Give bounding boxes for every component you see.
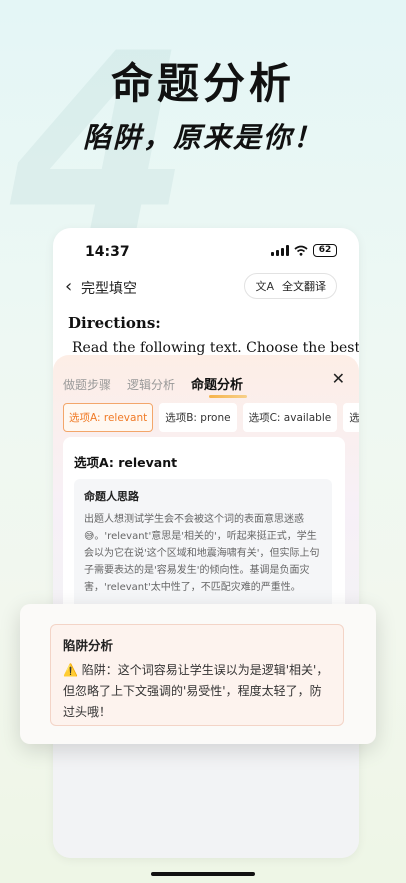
back-icon[interactable]: ‹ [65, 276, 72, 297]
translate-button[interactable]: 文A 全文翻译 [244, 273, 337, 299]
section-title: 命题人思路 [84, 490, 139, 503]
section-body: 出题人想测试学生会不会被这个词的表面意思迷惑😅。'relevant'意思是'相关… [84, 514, 320, 593]
status-icons: 62 [271, 244, 337, 257]
signal-icon [271, 245, 289, 256]
battery-icon: 62 [313, 244, 337, 257]
hero-subtitle: 陷阱，原来是你！ [82, 121, 323, 154]
directions-label: Directions: [68, 314, 161, 332]
trap-highlight-card: 陷阱分析 ⚠️ 陷阱：这个词容易让学生误以为是逻辑'相关'，但忽略了上下文强调的… [20, 604, 376, 744]
option-chip-c[interactable]: 选项C: available [242, 403, 338, 432]
phone-screen: 14:37 62 ‹ 完型填空 文A 全文翻译 Directions: Read… [53, 228, 359, 858]
option-chip-b[interactable]: 选项B: prone [159, 403, 237, 432]
directions-text: Read the following text. Choose the best [72, 340, 359, 356]
home-indicator[interactable] [151, 872, 255, 876]
option-chips: 选项A: relevant 选项B: prone 选项C: available … [63, 403, 359, 432]
trap-title: 陷阱分析 [63, 638, 114, 653]
trap-body: ⚠️ 陷阱：这个词容易让学生误以为是逻辑'相关'，但忽略了上下文强调的'易受性'… [63, 663, 329, 719]
trap-analysis-box: 陷阱分析 ⚠️ 陷阱：这个词容易让学生误以为是逻辑'相关'，但忽略了上下文强调的… [50, 624, 344, 726]
tab-steps[interactable]: 做题步骤 [63, 376, 111, 393]
nav-title: 完型填空 [81, 281, 137, 297]
close-icon[interactable]: ✕ [332, 369, 345, 388]
option-chip-a[interactable]: 选项A: relevant [63, 403, 154, 432]
translate-icon: 文A [255, 280, 274, 293]
option-analysis-card: 选项A: relevant 命题人思路 出题人想测试学生会不会被这个词的表面意思… [63, 437, 345, 627]
wifi-icon [294, 245, 308, 256]
examiner-thinking-box: 命题人思路 出题人想测试学生会不会被这个词的表面意思迷惑😅。'relevant'… [74, 479, 332, 619]
option-chip-d[interactable]: 选 [343, 403, 359, 432]
tab-proposition[interactable]: 命题分析 [191, 374, 248, 398]
status-time: 14:37 [85, 244, 130, 260]
tab-logic[interactable]: 逻辑分析 [127, 376, 175, 393]
tab-bar: 做题步骤 逻辑分析 命题分析 [63, 374, 248, 398]
translate-label: 全文翻译 [282, 280, 326, 293]
card-title: 选项A: relevant [74, 455, 178, 470]
hero-title: 命题分析 [110, 59, 295, 108]
